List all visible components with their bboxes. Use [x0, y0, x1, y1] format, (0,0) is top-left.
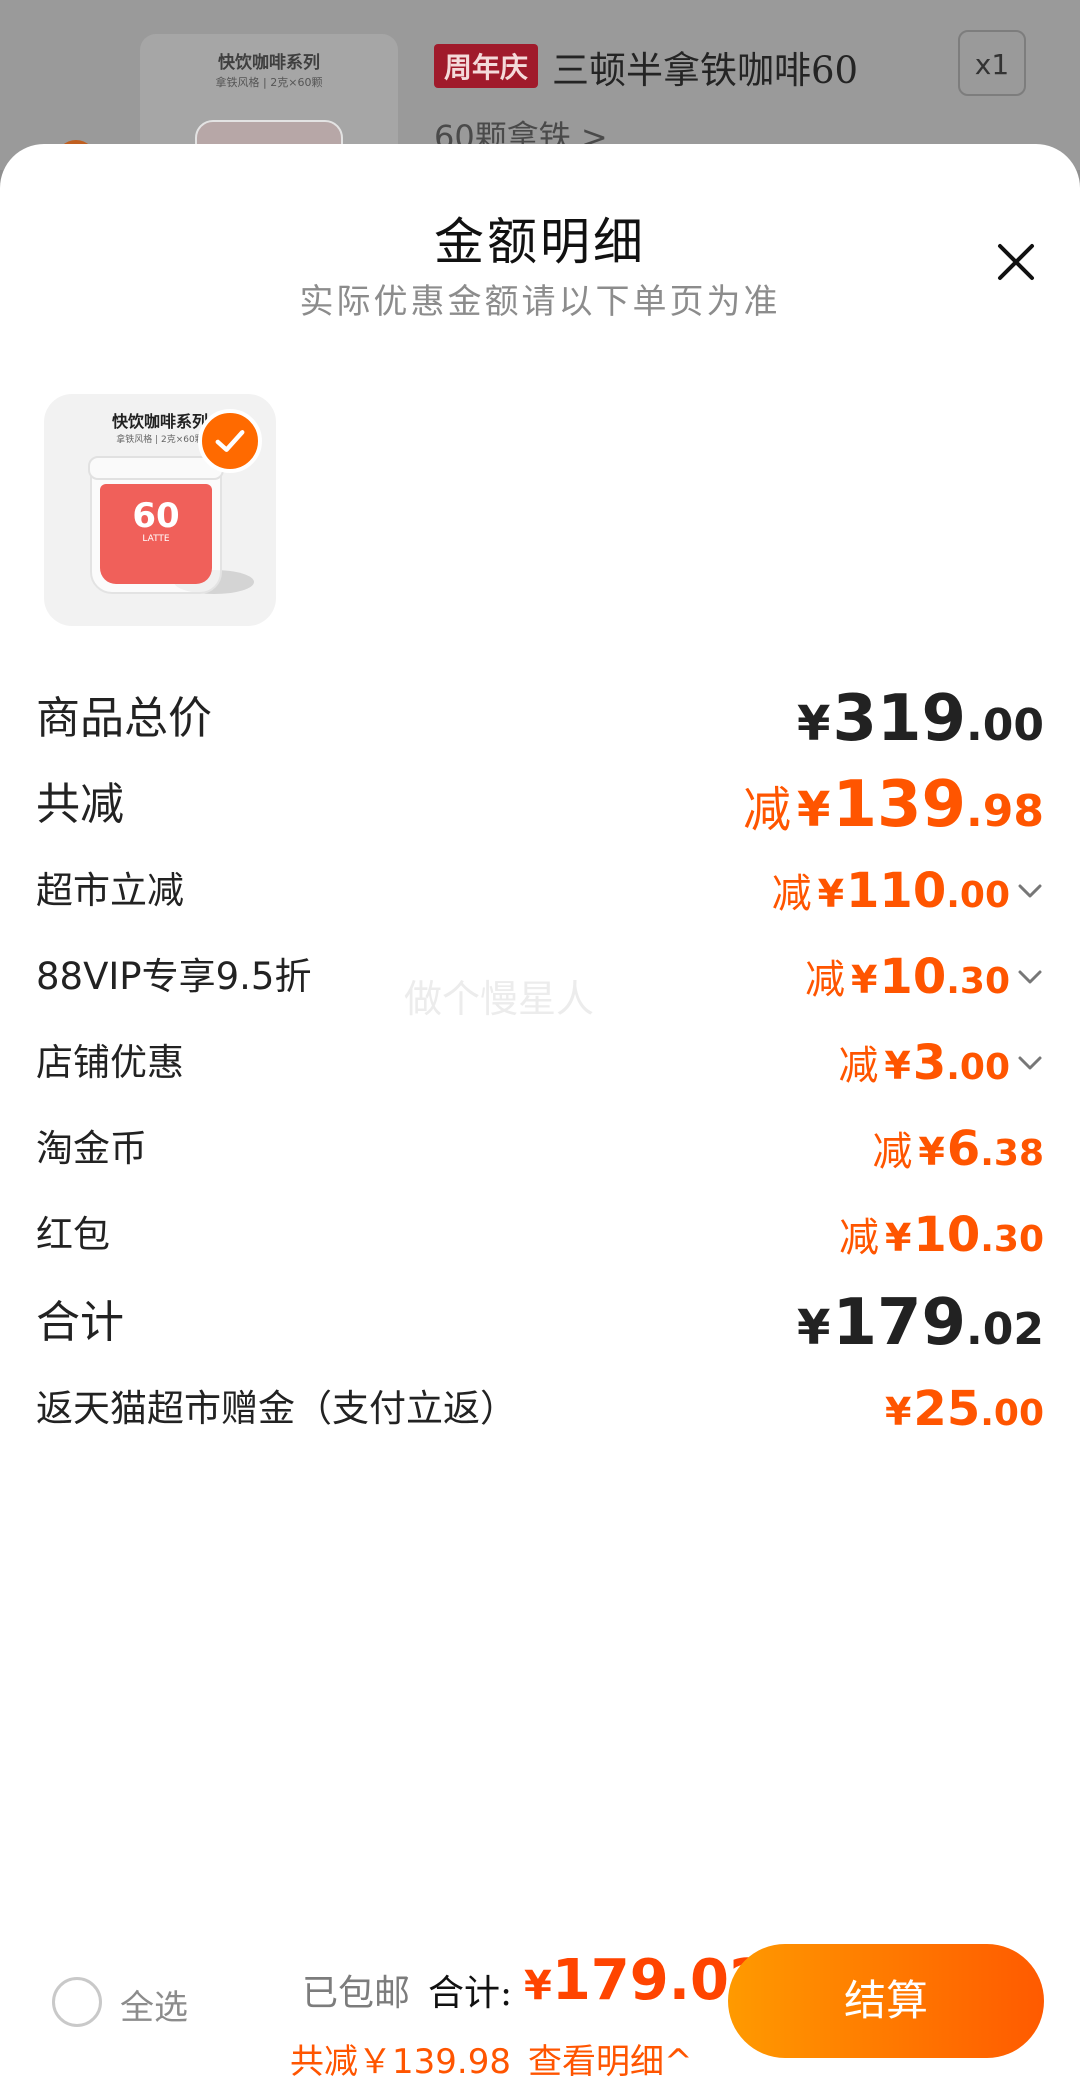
amount-integer: 319: [832, 682, 967, 756]
amount-integer: 110: [846, 863, 947, 919]
discount-prefix: 减: [804, 957, 845, 1003]
background-thumb-subtitle: 拿铁风格 | 2克×60颗: [215, 76, 323, 89]
row-label: 店铺优惠: [36, 1041, 184, 1084]
row-label: 合计: [36, 1297, 124, 1348]
row-label: 共减: [36, 779, 124, 830]
jar-number: 60: [132, 496, 180, 536]
currency-symbol: ¥: [918, 1130, 945, 1174]
jar-subtitle: LATTE: [142, 534, 170, 544]
chevron-down-icon[interactable]: [1016, 963, 1044, 991]
amount-integer: 25: [913, 1381, 981, 1437]
chevron-down-icon[interactable]: [1016, 877, 1044, 905]
sheet-title: 金额明细: [434, 213, 646, 271]
amount-decimal: .00: [946, 1047, 1010, 1088]
currency-symbol: ¥: [797, 1300, 831, 1356]
discount-prefix: 减: [743, 782, 792, 838]
row-label: 88VIP专享9.5折: [36, 955, 312, 998]
row-label: 红包: [36, 1213, 110, 1256]
currency-symbol: ¥: [524, 1963, 552, 2009]
amount-integer: 10: [879, 949, 947, 1005]
view-detail-link[interactable]: 查看明细^: [528, 2034, 693, 2083]
total-discount-label: 共减￥139.98: [290, 2042, 511, 2082]
row-label: 淘金币: [36, 1127, 147, 1170]
discount-prefix: 减: [838, 1215, 879, 1261]
select-all-label[interactable]: 全选: [120, 1980, 188, 2029]
promo-badge: 周年庆: [434, 44, 539, 88]
row-total-discount: 共减 减 ¥139.98: [36, 760, 1044, 850]
amount-decimal: .00: [980, 1393, 1044, 1434]
row-grand-total: 合计 ¥179.02: [36, 1278, 1044, 1368]
row-label: 超市立减: [36, 869, 184, 912]
checkmark-icon[interactable]: [198, 409, 262, 473]
row-amount: 减 ¥10.30: [839, 1190, 1044, 1291]
discount-prefix: 减: [771, 871, 812, 917]
amount-integer: 6: [946, 1121, 981, 1177]
amount-decimal: .00: [966, 700, 1044, 751]
coffee-jar-image: 60 LATTE: [88, 456, 224, 594]
close-icon[interactable]: [990, 236, 1042, 288]
total-label: 合计:: [428, 1973, 513, 2014]
row-label: 商品总价: [36, 693, 212, 744]
row-amount: ¥25.00: [879, 1364, 1044, 1465]
checkout-button[interactable]: 结算: [728, 1944, 1044, 2058]
currency-symbol: ¥: [817, 872, 845, 916]
row-taojinbi: 淘金币 减 ¥6.38: [36, 1104, 1044, 1194]
background-thumb-title: 快饮咖啡系列: [218, 53, 320, 73]
row-cashback: 返天猫超市赠金（支付立返） ¥25.00: [36, 1364, 1044, 1454]
row-supermarket-discount[interactable]: 超市立减 减 ¥110.00: [36, 846, 1044, 936]
amount-decimal: .30: [980, 1219, 1044, 1260]
quantity-badge: x1: [958, 30, 1026, 96]
chevron-down-icon[interactable]: [1016, 1049, 1044, 1077]
sheet-subtitle: 实际优惠金额请以下单页为准: [299, 282, 781, 322]
shipping-label: 已包邮: [302, 1973, 411, 2014]
amount-decimal: .30: [946, 961, 1010, 1002]
currency-symbol: ¥: [884, 1044, 911, 1088]
currency-symbol: ¥: [884, 1390, 912, 1434]
checkout-bar: 全选 已包邮 合计: ¥179.02 共减￥139.98 查看明细^ 结算: [0, 1920, 1080, 2090]
amount-decimal: .98: [966, 786, 1044, 837]
discount-prefix: 减: [872, 1129, 913, 1175]
background-product-title: 三顿半拿铁咖啡60: [552, 49, 859, 92]
watermark: 做个慢星人: [404, 977, 595, 1021]
currency-symbol: ¥: [850, 958, 878, 1002]
currency-symbol: ¥: [797, 782, 831, 838]
amount-decimal: .38: [980, 1133, 1044, 1174]
amount-detail-sheet: 金额明细 实际优惠金额请以下单页为准 快饮咖啡系列 拿铁风格 | 2克×60颗 …: [0, 144, 1080, 2090]
row-label: 返天猫超市赠金（支付立返）: [36, 1387, 517, 1430]
row-red-packet: 红包 减 ¥10.30: [36, 1190, 1044, 1280]
amount-integer: 179: [832, 1286, 967, 1360]
row-total-price: 商品总价 ¥319.00: [36, 674, 1044, 764]
amount-decimal: .00: [946, 875, 1010, 916]
select-all-radio[interactable]: [52, 1977, 102, 2027]
amount-integer: 3: [912, 1035, 947, 1091]
currency-symbol: ¥: [797, 696, 831, 752]
currency-symbol: ¥: [884, 1216, 912, 1260]
amount-integer: 139: [832, 768, 967, 842]
amount-decimal: .02: [966, 1304, 1044, 1355]
amount-integer: 10: [913, 1207, 981, 1263]
row-store-discount[interactable]: 店铺优惠 减 ¥3.00: [36, 1018, 1044, 1108]
discount-prefix: 减: [838, 1043, 879, 1089]
